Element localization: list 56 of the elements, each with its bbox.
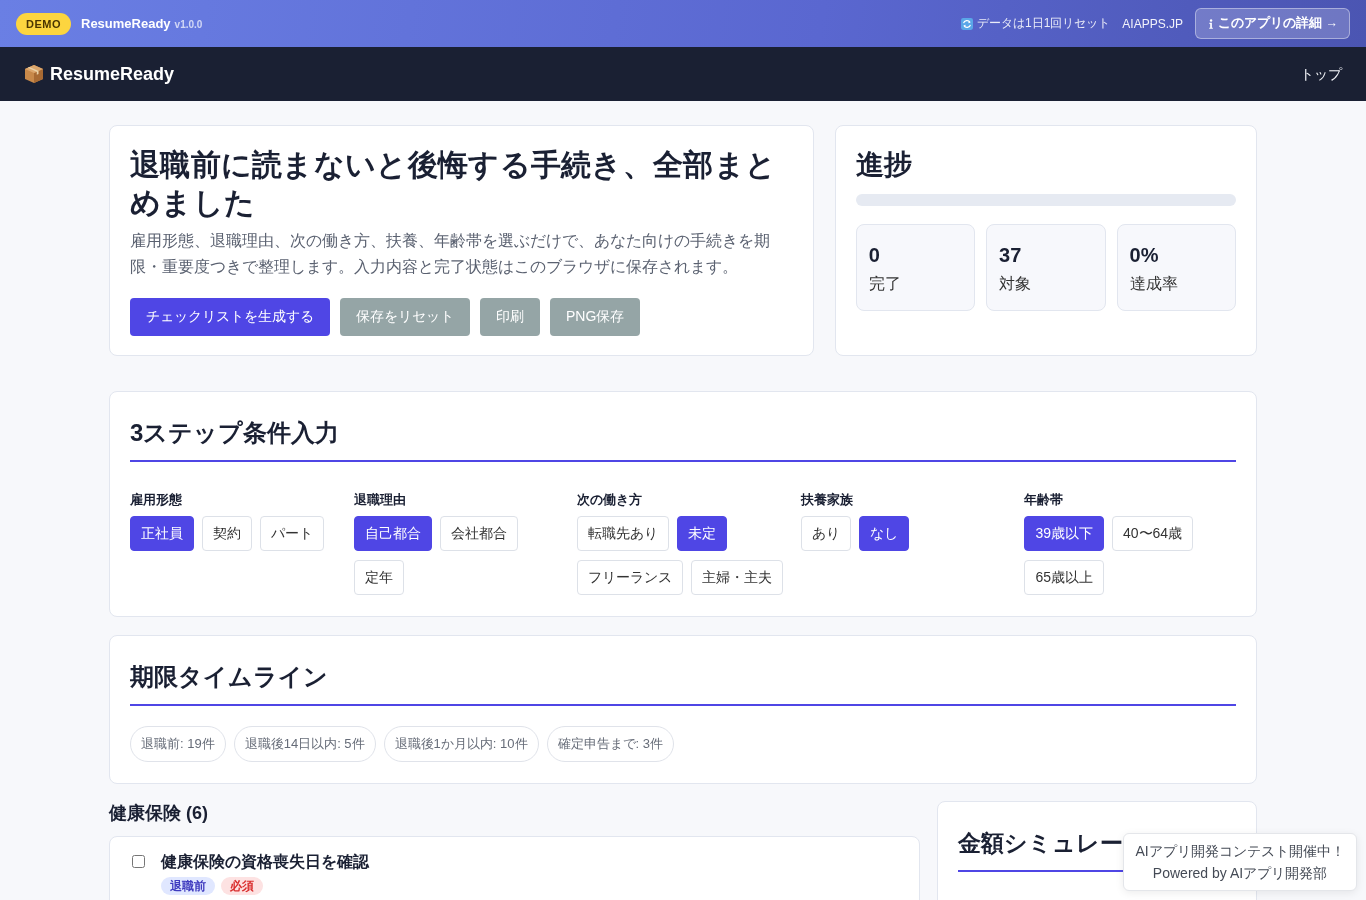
option-button[interactable]: 未定 xyxy=(677,516,728,551)
option-button[interactable]: 契約 xyxy=(202,516,252,551)
field-label: 退職理由 xyxy=(353,491,407,509)
option-button[interactable]: 定年 xyxy=(353,560,404,595)
field-label: 雇用形態 xyxy=(130,491,183,509)
stat-value: 37 xyxy=(999,243,1022,268)
brand-name[interactable]: ResumeReady xyxy=(50,63,175,85)
stat-value: 0 xyxy=(868,243,880,268)
stat-value: 0% xyxy=(1129,243,1159,268)
task-tag: 退職前 xyxy=(161,877,215,895)
field-label: 年齢帯 xyxy=(1024,491,1065,509)
option-button[interactable]: パート xyxy=(260,516,324,551)
reset-note: データは1日1回リセット xyxy=(976,15,1111,32)
count-chip: 退職後1か月以内: 10件 xyxy=(383,726,539,762)
option-button[interactable]: フリーランス xyxy=(577,560,684,595)
stat-label: 達成率 xyxy=(1129,274,1178,294)
option-button[interactable]: 正社員 xyxy=(130,516,194,551)
count-chip: 確定申告まで: 3件 xyxy=(546,726,674,762)
task-checkbox[interactable] xyxy=(132,855,145,868)
option-button[interactable]: 転職先あり xyxy=(577,516,670,551)
toast-text: Powered by AIアプリ開発部 xyxy=(1152,864,1328,883)
option-button[interactable]: 会社都合 xyxy=(439,516,518,551)
progress-title: 進捗 xyxy=(855,148,913,182)
demo-badge: DEMO xyxy=(16,12,71,35)
field-label: 次の働き方 xyxy=(577,491,644,509)
category-heading: 健康保険 (6) xyxy=(109,802,209,824)
promo-toast[interactable]: AIアプリ開発コンテスト開催中！ Powered by AIアプリ開発部 xyxy=(1123,833,1357,891)
stat-label: 対象 xyxy=(999,274,1032,294)
intro-text: 雇用形態、退職理由、次の働き方、扶養、年齢帯を選ぶだけで、あなた向けの手続きを期限・重要度つきで整理します。入力内容と完了状態はこのブラウザに保存されます。 xyxy=(130,231,771,277)
section-title: 3ステップ条件入力 xyxy=(130,412,1236,462)
count-chip: 退職前: 19件 xyxy=(130,726,226,762)
refresh-icon xyxy=(960,17,973,30)
option-button[interactable]: 65歳以上 xyxy=(1024,560,1104,595)
option-button[interactable]: なし xyxy=(858,516,909,551)
option-button[interactable]: 主婦・主夫 xyxy=(691,560,784,595)
info-icon xyxy=(1209,18,1213,29)
section-title: 期限タイムライン xyxy=(130,656,1236,706)
page-title: 退職前に読まないと後悔する手続き、全部まとめました xyxy=(130,147,778,221)
field-label: 扶養家族 xyxy=(800,491,854,509)
package-icon xyxy=(24,64,44,84)
option-button[interactable]: 39歳以下 xyxy=(1024,516,1104,551)
option-button[interactable]: 40〜64歳 xyxy=(1111,516,1194,551)
task-title: 健康保険の資格喪失日を確認 xyxy=(161,852,369,872)
section-title: 金額シミュレー xyxy=(958,829,1123,858)
app-name: ResumeReady xyxy=(81,16,171,31)
app-details-button[interactable]: このアプリの詳細 → xyxy=(1195,8,1350,39)
task-tag: 必須 xyxy=(221,877,263,895)
version-label: v1.0.0 xyxy=(174,19,203,30)
stat-label: 完了 xyxy=(868,274,901,294)
option-button[interactable]: あり xyxy=(800,516,851,551)
site-link[interactable]: AIAPPS.JP xyxy=(1122,16,1183,31)
nav-link[interactable]: トップ xyxy=(1300,65,1342,82)
toast-text: AIアプリ開発コンテスト開催中！ xyxy=(1135,842,1345,861)
option-button[interactable]: 自己都合 xyxy=(353,516,432,551)
action-button[interactable]: チェックリストを生成する xyxy=(130,298,330,336)
count-chip: 退職後14日以内: 5件 xyxy=(233,726,376,762)
